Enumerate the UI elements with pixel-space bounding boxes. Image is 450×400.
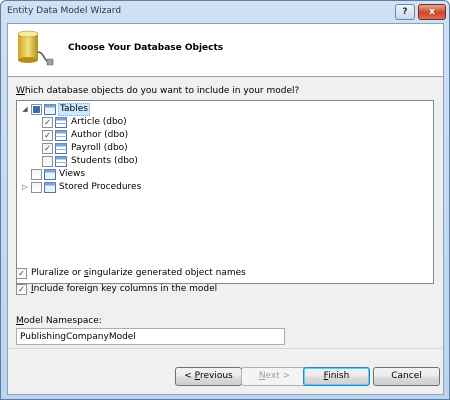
table-icon xyxy=(55,117,67,128)
table-label: Article (dbo) xyxy=(71,117,127,127)
pluralize-label: Pluralize or singularize generated objec… xyxy=(31,268,246,278)
tree-label-stored-procedures: Stored Procedures xyxy=(59,182,142,192)
table-checkbox[interactable]: ✓ xyxy=(42,117,53,128)
wizard-window: Entity Data Model Wizard ? x Choose Your… xyxy=(0,0,450,400)
table-label: Author (dbo) xyxy=(71,130,129,140)
window-title: Entity Data Model Wizard xyxy=(7,6,122,16)
pluralize-checkbox[interactable]: ✓ xyxy=(16,268,27,279)
views-checkbox[interactable] xyxy=(31,169,42,180)
tree-label-tables: Tables xyxy=(58,103,90,116)
wizard-header: Choose Your Database Objects xyxy=(8,24,443,76)
wizard-footer: < Previous Next > Finish Cancel xyxy=(8,349,443,394)
table-icon xyxy=(55,143,67,154)
stored-procedures-folder-icon xyxy=(44,182,56,193)
wizard-client-area: Choose Your Database Objects Which datab… xyxy=(7,23,444,395)
foreign-keys-checkbox[interactable]: ✓ xyxy=(16,284,27,295)
close-button[interactable]: x xyxy=(418,4,446,20)
table-checkbox[interactable] xyxy=(42,156,53,167)
model-namespace-label: Model Namespace: xyxy=(16,316,102,326)
views-folder-icon xyxy=(44,169,56,180)
tables-folder-icon xyxy=(44,104,56,115)
collapse-arrow-icon[interactable]: ◢ xyxy=(21,103,29,116)
previous-button[interactable]: < Previous xyxy=(175,367,242,386)
next-button[interactable]: Next > xyxy=(241,367,308,386)
tables-checkbox[interactable] xyxy=(31,104,42,115)
foreign-keys-label: Include foreign key columns in the model xyxy=(31,284,218,294)
model-namespace-input[interactable] xyxy=(16,328,285,345)
table-label: Students (dbo) xyxy=(71,156,138,166)
table-label: Payroll (dbo) xyxy=(71,143,128,153)
objects-question-label: Which database objects do you want to in… xyxy=(16,86,300,96)
table-checkbox[interactable]: ✓ xyxy=(42,130,53,141)
database-objects-tree[interactable]: ◢ Tables ✓ Article (dbo) ✓ Author (dbo) … xyxy=(16,100,434,284)
title-bar[interactable]: Entity Data Model Wizard ? x xyxy=(1,1,449,23)
tree-label-views: Views xyxy=(59,169,86,179)
help-button[interactable]: ? xyxy=(395,4,415,20)
database-plug-icon xyxy=(17,30,54,66)
table-checkbox[interactable]: ✓ xyxy=(42,143,53,154)
table-icon xyxy=(55,156,67,167)
finish-button[interactable]: Finish xyxy=(303,367,370,386)
stored-procedures-checkbox[interactable] xyxy=(31,182,42,193)
cancel-button[interactable]: Cancel xyxy=(373,367,440,386)
page-title: Choose Your Database Objects xyxy=(68,43,224,53)
expand-arrow-icon[interactable]: ▷ xyxy=(21,181,29,194)
table-icon xyxy=(55,130,67,141)
